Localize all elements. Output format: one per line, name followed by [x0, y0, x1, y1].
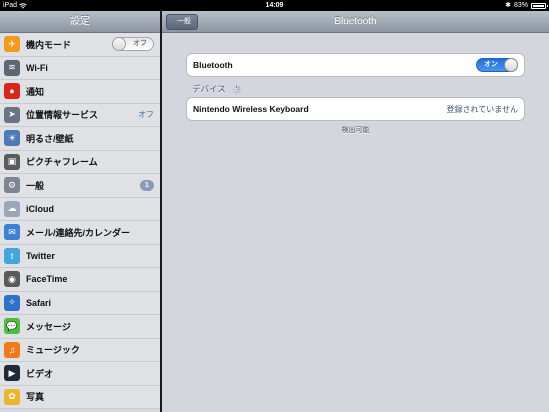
mail-icon: ✉	[4, 224, 20, 241]
sidebar-item-label: 位置情報サービス	[26, 110, 99, 121]
device-status: 登録されていません	[446, 104, 518, 114]
battery-icon	[531, 2, 548, 9]
sidebar-item-wifi[interactable]: ≋ Wi-Fi	[0, 57, 160, 80]
sidebar-item-safari[interactable]: ✧ Safari	[0, 292, 160, 315]
sidebar-item-mail[interactable]: ✉ メール/連絡先/カレンダー	[0, 221, 160, 245]
sidebar-item-location[interactable]: ➤ 位置情報サービス オフ	[0, 104, 160, 127]
detail-pane: 一般 Bluetooth Bluetooth オン デバイス Nintendo …	[162, 11, 549, 412]
discoverable-text: 検出可能	[341, 127, 370, 134]
sidebar-item-label: ピクチャフレーム	[26, 157, 98, 168]
devices-header-label: デバイス	[192, 84, 226, 94]
loading-spinner-icon	[232, 84, 241, 94]
sidebar-item-label: メッセージ	[26, 321, 71, 332]
airplane-icon: ✈	[4, 36, 20, 53]
status-bar: iPad 14:09 ✱ 83%	[0, 0, 549, 11]
sidebar-item-label: ビデオ	[26, 368, 54, 379]
sidebar-item-label: 通知	[26, 86, 45, 97]
location-icon: ➤	[4, 106, 20, 123]
sidebar-title: 設定	[0, 11, 160, 33]
sidebar-item-brightness[interactable]: ☀ 明るさ/壁紙	[0, 127, 160, 151]
sidebar-item-picture-frame[interactable]: ▣ ピクチャフレーム	[0, 151, 160, 174]
sidebar-item-video[interactable]: ▶ ビデオ	[0, 362, 160, 386]
sidebar-item-notifications[interactable]: ● 通知	[0, 80, 160, 104]
photos-icon: ✿	[4, 388, 20, 405]
devices-section-header: デバイス	[192, 83, 241, 95]
page-title: Bluetooth	[334, 16, 377, 27]
sidebar-item-label: Wi-Fi	[26, 62, 48, 73]
sidebar-item-label: iCloud	[26, 203, 54, 214]
sidebar-item-label: 明るさ/壁紙	[26, 133, 74, 144]
bluetooth-switch[interactable]: オン	[476, 58, 518, 72]
bluetooth-row: Bluetooth オン	[187, 54, 524, 76]
safari-icon: ✧	[4, 294, 20, 311]
settings-list: ✈ 機内モード オフ ≋ Wi-Fi ● 通知 ➤ 位置情報サービス オフ ☀ 明るさ/壁紙 ▣ ピクチャ…	[0, 33, 160, 409]
sidebar-item-gear[interactable]: ⚙ 一般 1	[0, 174, 160, 198]
sidebar-item-cloud[interactable]: ☁ iCloud	[0, 198, 160, 221]
sidebar-item-messages[interactable]: 💬 メッセージ	[0, 315, 160, 339]
sidebar-item-facetime[interactable]: ◉ FaceTime	[0, 268, 160, 292]
sidebar-item-label: 写真	[26, 392, 45, 403]
notifications-icon: ●	[4, 83, 20, 100]
sidebar-item-photos[interactable]: ✿ 写真	[0, 386, 160, 409]
settings-sidebar: 設定 ✈ 機内モード オフ ≋ Wi-Fi ● 通知 ➤ 位置情報サービス オフ ☀ 明るさ/壁紙 ▣ ピ…	[0, 11, 160, 412]
bluetooth-switch-text: オン	[484, 61, 498, 68]
switch-text: オフ	[133, 40, 147, 48]
wifi-icon: ≋	[4, 59, 20, 76]
video-icon: ▶	[4, 365, 20, 382]
update-badge: 1	[140, 179, 154, 191]
picture-frame-icon: ▣	[4, 153, 20, 170]
bluetooth-toggle-group: Bluetooth オン	[186, 53, 525, 77]
cloud-icon: ☁	[4, 200, 20, 217]
airplane-mode-switch[interactable]: オフ	[112, 37, 154, 52]
device-name: Nintendo Wireless Keyboard	[193, 104, 309, 114]
sidebar-item-label: Safari	[26, 297, 52, 308]
messages-icon: 💬	[4, 318, 20, 335]
sidebar-item-label: ミュージック	[26, 345, 80, 356]
brightness-icon: ☀	[4, 130, 20, 147]
status-time: 14:09	[265, 2, 284, 9]
sidebar-item-label: 機内モード	[26, 39, 72, 50]
sidebar-item-label: 一般	[26, 180, 45, 191]
sidebar-item-label: メール/連絡先/カレンダー	[26, 227, 131, 238]
bluetooth-status-icon: ✱	[505, 2, 511, 9]
device-row[interactable]: Nintendo Wireless Keyboard 登録されていません	[187, 98, 524, 120]
sidebar-item-value: オフ	[138, 110, 154, 120]
sidebar-item-twitter[interactable]: t Twitter	[0, 245, 160, 268]
sidebar-item-label: Twitter	[26, 250, 55, 261]
twitter-icon: t	[4, 247, 20, 264]
sidebar-item-label: FaceTime	[26, 274, 68, 285]
sidebar-item-airplane[interactable]: ✈ 機内モード オフ	[0, 33, 160, 57]
facetime-icon: ◉	[4, 271, 20, 288]
sidebar-item-music[interactable]: ♫ ミュージック	[0, 339, 160, 362]
music-icon: ♫	[4, 341, 20, 358]
bluetooth-label: Bluetooth	[193, 60, 233, 70]
switch-knob	[112, 37, 126, 52]
battery-percent: 83%	[513, 2, 528, 9]
devices-group: Nintendo Wireless Keyboard 登録されていません	[186, 97, 525, 121]
switch-knob	[504, 58, 518, 72]
gear-icon: ⚙	[4, 177, 20, 194]
detail-nav-bar: 一般 Bluetooth	[162, 11, 549, 33]
